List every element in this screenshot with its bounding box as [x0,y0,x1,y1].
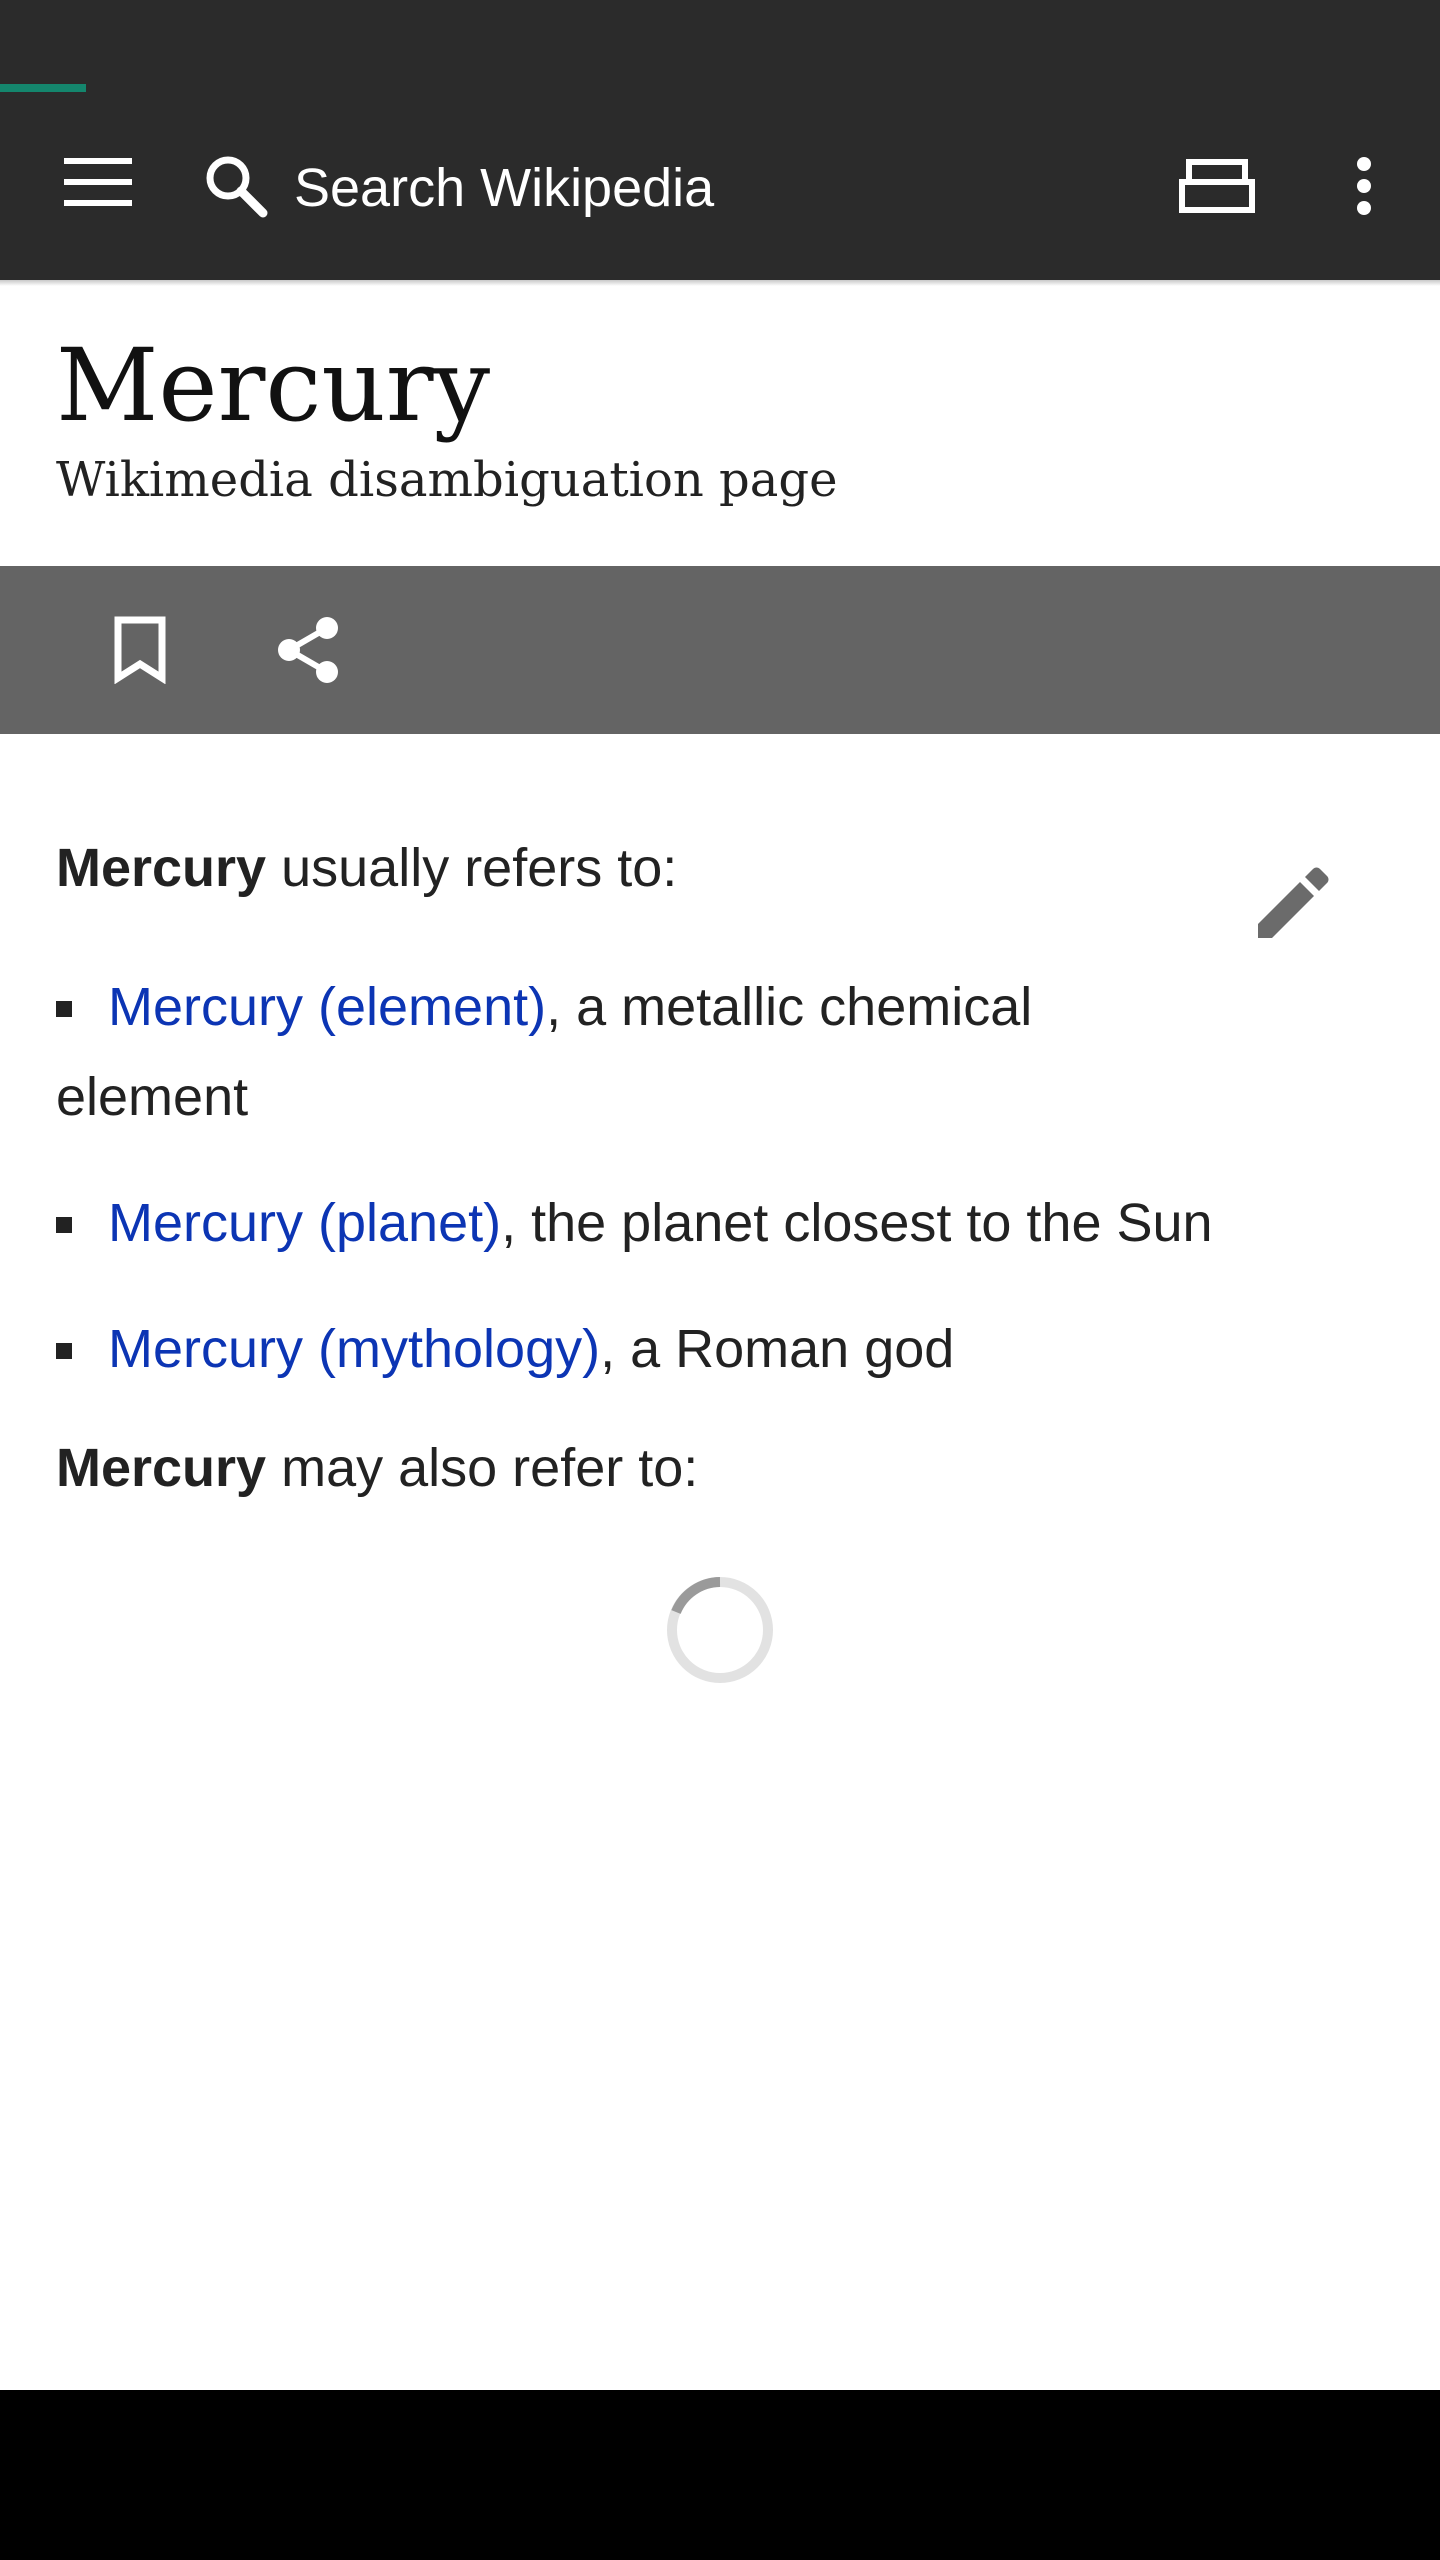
link-mercury-planet[interactable]: Mercury (planet) [108,1193,501,1253]
system-nav-bar [0,2390,1440,2560]
link-mercury-mythology[interactable]: Mercury (mythology) [108,1319,600,1379]
link-mercury-element[interactable]: Mercury (element) [108,977,546,1037]
disambiguation-list: Mercury (element), a metallic chemical e… [56,962,1316,1430]
also-paragraph: Mercury may also refer to: [56,1428,698,1508]
page-description: Wikimedia disambiguation page [56,452,838,508]
loading-spinner-icon [667,1577,773,1683]
bullet [56,1001,72,1017]
also-text: may also refer to: [266,1438,699,1498]
article-action-bar [0,566,1440,734]
bookmark-icon [114,616,166,684]
bullet [56,1343,72,1359]
search-input[interactable]: Search Wikipedia [294,152,714,224]
intro-paragraph: Mercury usually refers to: [56,828,1216,908]
list-item: Mercury (mythology), a Roman god [56,1304,1316,1394]
tabs-button[interactable] [1162,136,1272,236]
also-bold-term: Mercury [56,1438,267,1498]
entry-description: , a Roman god [600,1319,955,1379]
edit-pencil-icon [1258,867,1329,938]
share-button[interactable] [262,604,354,696]
intro-text: usually refers to: [266,838,678,898]
tabs-icon [1179,159,1255,213]
bullet [56,1217,72,1233]
page-title: Mercury [56,327,491,444]
bookmark-button[interactable] [94,604,186,696]
article-content: Mercury usually refers to: Mercury (elem… [0,734,1440,2390]
intro-bold-term: Mercury [56,838,267,898]
top-toolbar: Search Wikipedia [0,92,1440,280]
article-header: Mercury Wikimedia disambiguation page [0,286,1440,566]
list-item: Mercury (planet), the planet closest to … [56,1178,1316,1268]
page-load-progress [0,84,1440,92]
edit-button[interactable] [1246,854,1342,950]
list-item: Mercury (element), a metallic chemical e… [56,962,1116,1142]
search-icon[interactable] [196,146,276,226]
progress-fill [0,84,87,92]
more-vert-icon [1357,157,1371,215]
entry-description: , the planet closest to the Sun [501,1193,1213,1253]
overflow-menu-button[interactable] [1320,136,1408,236]
menu-button[interactable] [40,136,156,228]
status-bar [0,0,1440,84]
share-icon [278,617,338,683]
menu-icon [64,158,132,206]
